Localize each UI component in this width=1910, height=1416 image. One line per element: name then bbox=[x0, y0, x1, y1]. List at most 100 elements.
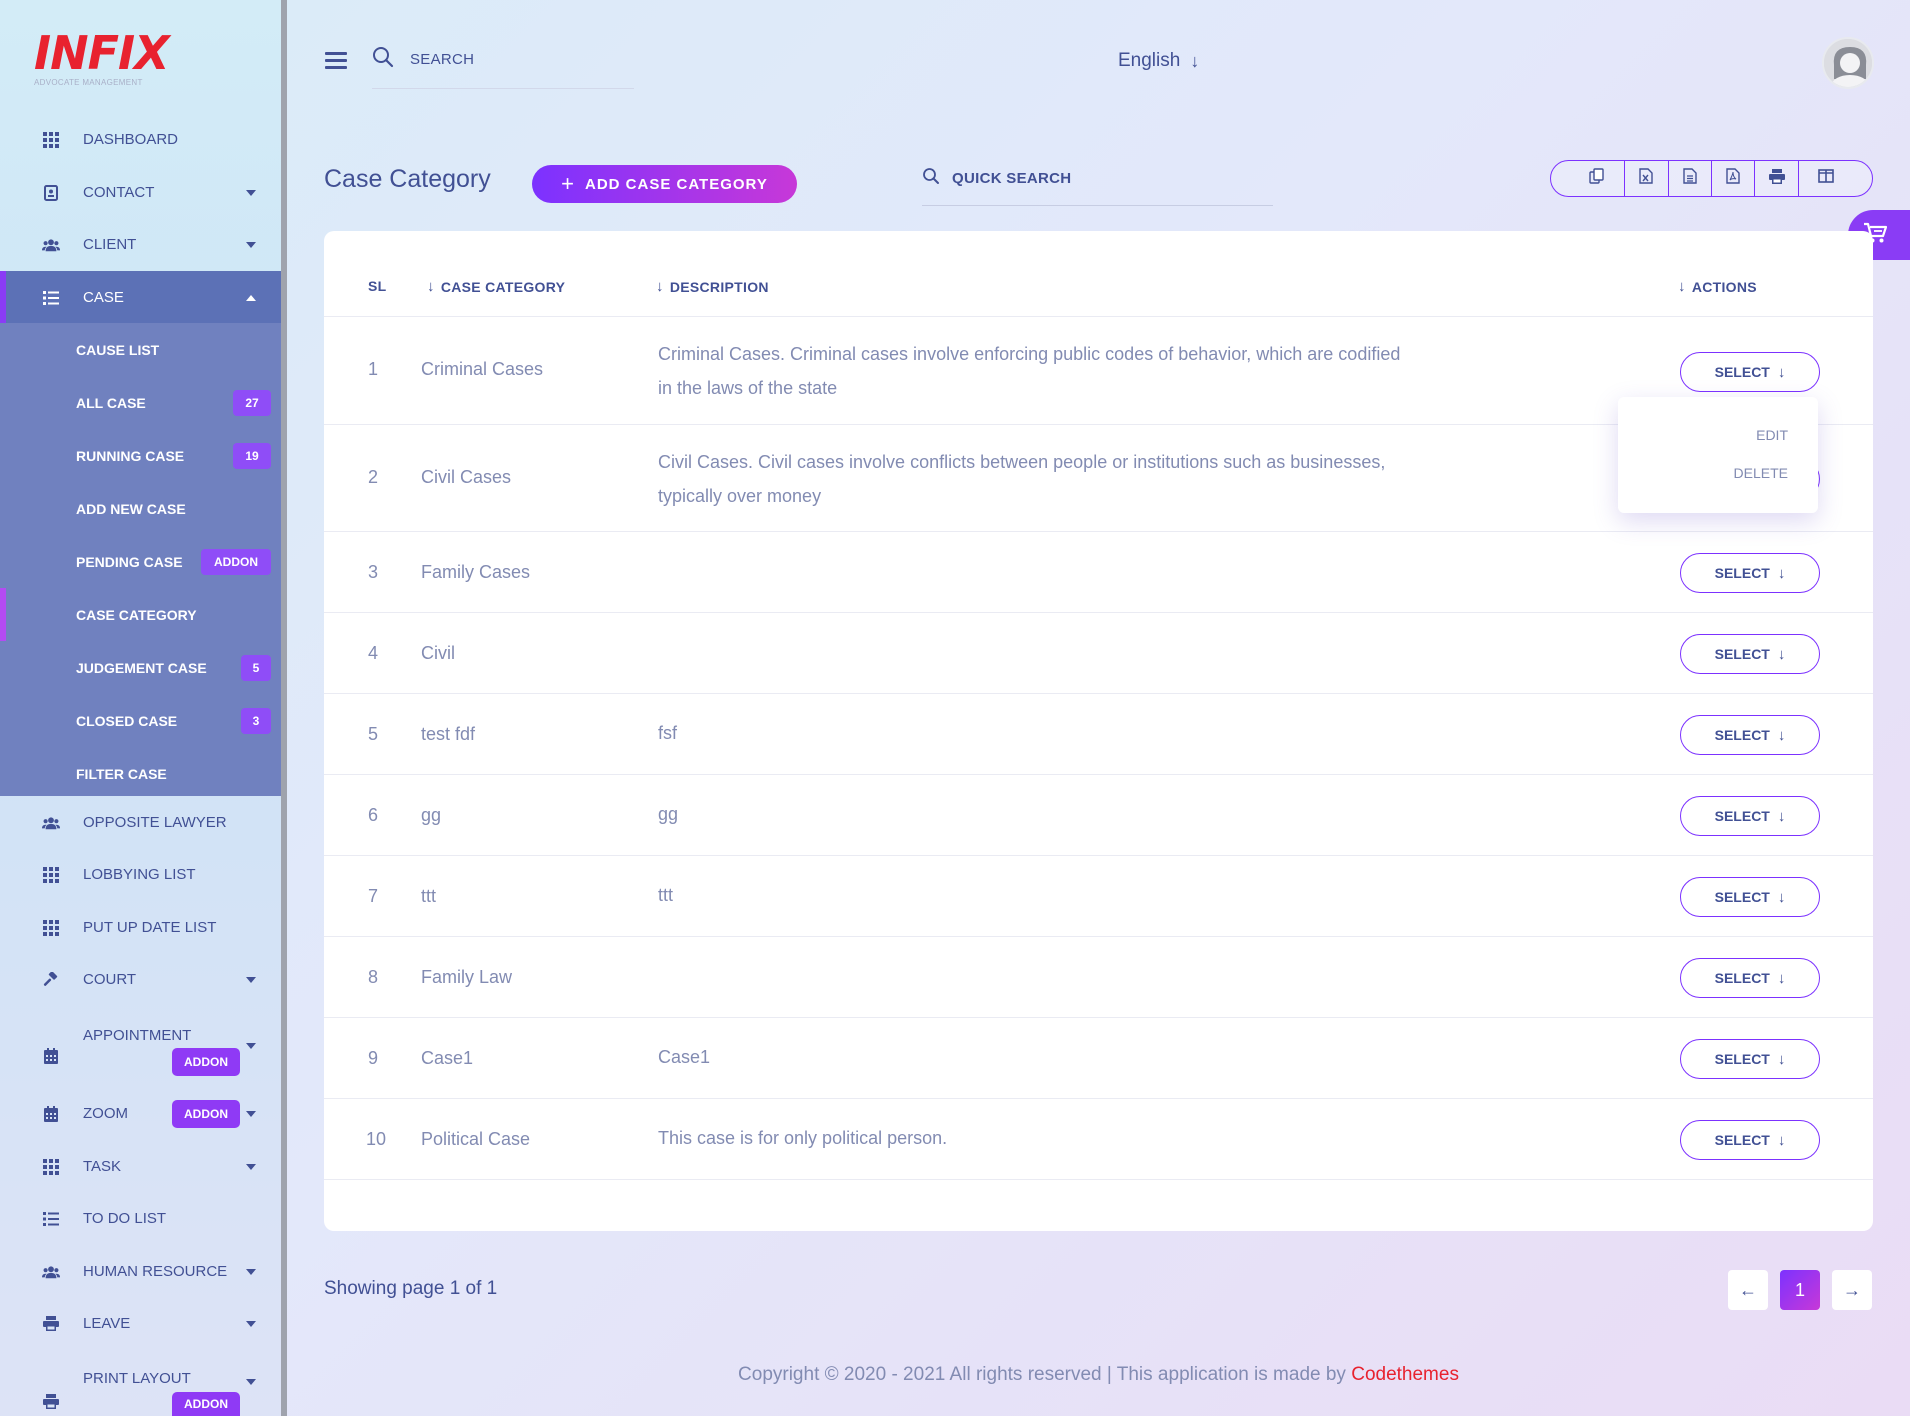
sidebar-item-task[interactable]: TASK bbox=[0, 1140, 281, 1193]
csv-icon bbox=[1683, 168, 1697, 189]
footer-brand-link[interactable]: Codethemes bbox=[1351, 1364, 1459, 1385]
quick-search-input[interactable]: QUICK SEARCH bbox=[922, 167, 1071, 189]
sidebar-item-to-do-list[interactable]: TO DO LIST bbox=[0, 1192, 281, 1245]
sidebar-item-case[interactable]: CASE bbox=[0, 271, 281, 324]
sidebar-item-lobbying-list[interactable]: LOBBYING LIST bbox=[0, 848, 281, 901]
select-label: SELECT bbox=[1714, 808, 1770, 824]
menu-toggle-button[interactable] bbox=[325, 52, 347, 70]
pdf-button[interactable] bbox=[1712, 161, 1756, 196]
addon-badge: ADDON bbox=[201, 548, 271, 575]
sidebar-item-leave[interactable]: LEAVE bbox=[0, 1297, 281, 1350]
language-selector[interactable]: English ↓ bbox=[1118, 50, 1199, 72]
select-button[interactable]: SELECT ↓ bbox=[1680, 352, 1820, 392]
cell-category: Family Cases bbox=[421, 562, 531, 582]
sidebar-item-human-resource[interactable]: HUMAN RESOURCE bbox=[0, 1245, 281, 1298]
select-button[interactable]: SELECT ↓ bbox=[1680, 796, 1820, 836]
top-search[interactable]: SEARCH bbox=[372, 46, 474, 72]
table-row: 5 test fdf fsf SELECT ↓ bbox=[324, 694, 1873, 775]
sidebar: INFIX ADVOCATE MANAGEMENT DASHBOARD CONT… bbox=[0, 0, 281, 1416]
sidebar-item-label: LEAVE bbox=[83, 1315, 131, 1332]
select-button[interactable]: SELECT ↓ bbox=[1680, 958, 1820, 998]
delete-menu-item[interactable]: DELETE bbox=[1734, 465, 1788, 481]
column-header-case-category[interactable]: ↓ CASE CATEGORY bbox=[427, 278, 565, 295]
sidebar-item-appointment[interactable]: APPOINTMENT ADDON bbox=[0, 1006, 281, 1086]
cell-description: Civil Cases. Civil cases involve conflic… bbox=[658, 452, 1386, 506]
count-badge: 19 bbox=[233, 442, 271, 469]
select-button[interactable]: SELECT ↓ bbox=[1680, 715, 1820, 755]
sort-arrow-icon: ↓ bbox=[427, 278, 435, 295]
columns-button[interactable] bbox=[1799, 161, 1872, 196]
grid-icon bbox=[42, 866, 60, 884]
cell-sl: 3 bbox=[368, 562, 379, 582]
cell-sl: 9 bbox=[368, 1048, 379, 1068]
cell-sl: 10 bbox=[366, 1129, 387, 1149]
arrow-down-icon: ↓ bbox=[1777, 645, 1786, 663]
case-category-table: SL ↓ CASE CATEGORY ↓ DESCRIPTION ↓ ACTIONS … bbox=[324, 231, 1873, 1231]
submenu-item-add-new-case[interactable]: ADD NEW CASE bbox=[0, 482, 281, 535]
select-button[interactable]: SELECT ↓ bbox=[1680, 1039, 1820, 1079]
sidebar-item-client[interactable]: CLIENT bbox=[0, 218, 281, 271]
print-icon bbox=[1768, 168, 1785, 189]
sidebar-item-label: CONTACT bbox=[83, 184, 155, 201]
arrow-down-icon: ↓ bbox=[1777, 888, 1786, 906]
users-icon bbox=[42, 236, 60, 254]
excel-button[interactable] bbox=[1625, 161, 1669, 196]
table-row: 10 Political Case This case is for only … bbox=[324, 1099, 1873, 1180]
submenu-item-all-case[interactable]: ALL CASE 27 bbox=[0, 376, 281, 429]
submenu-item-filter-case[interactable]: FILTER CASE bbox=[0, 747, 281, 800]
submenu-item-label: JUDGEMENT CASE bbox=[76, 659, 207, 676]
select-button[interactable]: SELECT ↓ bbox=[1680, 1120, 1820, 1160]
copy-button[interactable] bbox=[1551, 161, 1626, 196]
arrow-down-icon: ↓ bbox=[1777, 363, 1786, 381]
submenu-item-cause-list[interactable]: CAUSE LIST bbox=[0, 323, 281, 376]
column-header-actions[interactable]: ↓ ACTIONS bbox=[1678, 278, 1757, 295]
sidebar-item-label: COURT bbox=[83, 971, 137, 988]
search-icon bbox=[922, 167, 940, 189]
sidebar-item-court[interactable]: COURT bbox=[0, 953, 281, 1006]
print-button[interactable] bbox=[1755, 161, 1799, 196]
submenu-item-judgement-case[interactable]: JUDGEMENT CASE 5 bbox=[0, 641, 281, 694]
sidebar-item-contact[interactable]: CONTACT bbox=[0, 166, 281, 219]
cell-sl: 6 bbox=[368, 805, 379, 825]
page-button-current[interactable]: 1 bbox=[1780, 1270, 1820, 1310]
sidebar-item-put-up-date-list[interactable]: PUT UP DATE LIST bbox=[0, 901, 281, 954]
csv-button[interactable] bbox=[1669, 161, 1712, 196]
copy-icon bbox=[1588, 168, 1605, 189]
select-label: SELECT bbox=[1714, 565, 1770, 581]
submenu-item-pending-case[interactable]: PENDING CASE ADDON bbox=[0, 535, 281, 588]
next-page-button[interactable]: → bbox=[1832, 1270, 1872, 1310]
sidebar-item-label: ZOOM bbox=[83, 1105, 128, 1122]
cell-category: Civil Cases bbox=[421, 467, 512, 487]
add-case-category-button[interactable]: + ADD CASE CATEGORY bbox=[532, 165, 797, 203]
logo-text: INFIX bbox=[34, 26, 170, 80]
submenu-item-closed-case[interactable]: CLOSED CASE 3 bbox=[0, 694, 281, 747]
list-icon bbox=[42, 1210, 60, 1228]
cell-category: Political Case bbox=[421, 1129, 531, 1149]
column-header-sl[interactable]: SL bbox=[368, 278, 387, 294]
gavel-icon bbox=[42, 971, 60, 989]
select-button[interactable]: SELECT ↓ bbox=[1680, 634, 1820, 674]
submenu-item-running-case[interactable]: RUNNING CASE 19 bbox=[0, 429, 281, 482]
previous-page-button[interactable]: ← bbox=[1728, 1270, 1768, 1310]
submenu-item-case-category[interactable]: CASE CATEGORY bbox=[0, 588, 281, 641]
submenu-item-label: CLOSED CASE bbox=[76, 712, 178, 729]
print-icon bbox=[42, 1315, 60, 1333]
sidebar-item-zoom[interactable]: ZOOM ADDON bbox=[0, 1087, 281, 1140]
sidebar-item-opposite-lawyer[interactable]: OPPOSITE LAWYER bbox=[0, 796, 281, 849]
avatar[interactable] bbox=[1822, 37, 1874, 89]
sidebar-item-dashboard[interactable]: DASHBOARD bbox=[0, 113, 281, 166]
submenu-item-label: ALL CASE bbox=[76, 394, 146, 411]
cell-sl: 8 bbox=[368, 967, 379, 987]
column-header-description[interactable]: ↓ DESCRIPTION bbox=[656, 278, 769, 295]
select-label: SELECT bbox=[1714, 727, 1770, 743]
logo[interactable]: INFIX ADVOCATE MANAGEMENT bbox=[34, 26, 170, 87]
chevron-down-icon bbox=[246, 1043, 256, 1049]
chevron-down-icon bbox=[246, 1163, 256, 1170]
select-button[interactable]: SELECT ↓ bbox=[1680, 877, 1820, 917]
table-header: SL ↓ CASE CATEGORY ↓ DESCRIPTION ↓ ACTIONS bbox=[324, 231, 1873, 317]
cell-category: ttt bbox=[421, 886, 437, 906]
sidebar-scrollbar[interactable] bbox=[281, 0, 287, 1416]
cell-category: Family Law bbox=[421, 967, 513, 987]
select-button[interactable]: SELECT ↓ bbox=[1680, 553, 1820, 593]
edit-menu-item[interactable]: EDIT bbox=[1756, 427, 1788, 443]
